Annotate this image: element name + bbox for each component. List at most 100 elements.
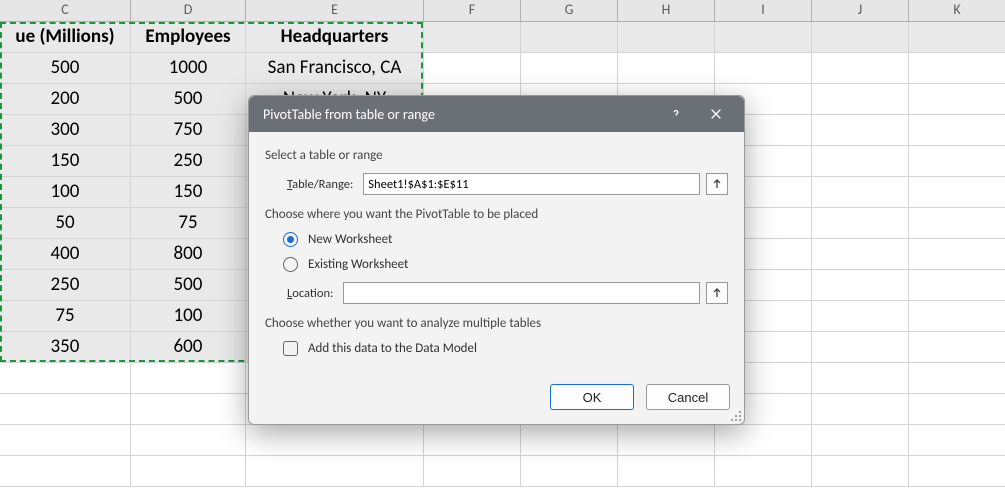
data-cell[interactable]: 75 [131,208,246,239]
column-header[interactable]: C [0,0,131,22]
data-cell[interactable] [812,208,909,239]
header-cell[interactable] [909,22,1005,53]
column-header[interactable]: D [131,0,246,22]
data-cell[interactable] [0,425,131,456]
data-cell[interactable] [909,394,1005,425]
cancel-button[interactable]: Cancel [646,384,730,410]
data-cell[interactable] [618,456,715,487]
data-cell[interactable] [812,115,909,146]
data-cell[interactable]: 1000 [131,53,246,84]
data-cell[interactable] [909,363,1005,394]
location-input[interactable] [343,282,700,304]
data-cell[interactable]: 500 [131,270,246,301]
data-cell[interactable] [812,270,909,301]
data-cell[interactable] [715,425,812,456]
data-cell[interactable] [618,425,715,456]
collapse-dialog-button[interactable] [706,173,728,195]
column-header[interactable]: K [909,0,1005,22]
data-cell[interactable] [812,332,909,363]
data-cell[interactable] [812,456,909,487]
data-cell[interactable]: 150 [131,177,246,208]
data-cell[interactable] [812,177,909,208]
data-cell[interactable]: 750 [131,115,246,146]
data-cell[interactable] [424,456,521,487]
close-button[interactable] [696,100,736,128]
data-cell[interactable]: San Francisco, CA [246,53,424,84]
data-cell[interactable]: 600 [131,332,246,363]
data-cell[interactable]: 500 [0,53,131,84]
data-cell[interactable] [909,208,1005,239]
data-cell[interactable] [909,84,1005,115]
data-cell[interactable]: 150 [0,146,131,177]
header-cell[interactable] [618,22,715,53]
column-header[interactable]: E [246,0,424,22]
data-cell[interactable] [521,456,618,487]
data-cell[interactable] [715,53,812,84]
data-cell[interactable] [909,425,1005,456]
data-cell[interactable] [812,425,909,456]
checkbox-data-model[interactable]: Add this data to the Data Model [283,341,728,356]
data-cell[interactable] [521,53,618,84]
data-cell[interactable] [909,53,1005,84]
data-cell[interactable] [246,456,424,487]
data-cell[interactable]: 800 [131,239,246,270]
data-cell[interactable] [909,456,1005,487]
header-cell[interactable] [812,22,909,53]
data-cell[interactable] [131,456,246,487]
data-cell[interactable] [618,53,715,84]
data-cell[interactable] [812,394,909,425]
header-cell[interactable]: Employees [131,22,246,53]
data-cell[interactable]: 100 [131,301,246,332]
data-cell[interactable] [131,425,246,456]
header-cell[interactable] [521,22,618,53]
data-cell[interactable]: 350 [0,332,131,363]
data-cell[interactable] [0,394,131,425]
data-cell[interactable]: 400 [0,239,131,270]
data-cell[interactable] [715,456,812,487]
data-cell[interactable]: 300 [0,115,131,146]
column-header[interactable]: H [618,0,715,22]
data-cell[interactable] [812,146,909,177]
collapse-dialog-button-2[interactable] [706,282,728,304]
column-header[interactable]: G [521,0,618,22]
column-header[interactable]: J [812,0,909,22]
dialog-titlebar[interactable]: PivotTable from table or range [249,96,744,132]
column-header[interactable]: I [715,0,812,22]
data-cell[interactable] [0,363,131,394]
data-cell[interactable]: 200 [0,84,131,115]
data-cell[interactable] [909,332,1005,363]
column-header[interactable]: F [424,0,521,22]
data-cell[interactable]: 75 [0,301,131,332]
data-cell[interactable] [909,301,1005,332]
data-cell[interactable]: 250 [131,146,246,177]
data-cell[interactable] [909,239,1005,270]
data-cell[interactable] [909,115,1005,146]
data-cell[interactable] [812,301,909,332]
data-cell[interactable] [521,425,618,456]
table-range-input[interactable] [363,173,700,195]
help-button[interactable] [656,100,696,128]
ok-button[interactable]: OK [550,384,634,410]
data-cell[interactable] [131,394,246,425]
data-cell[interactable] [909,270,1005,301]
data-cell[interactable] [812,84,909,115]
data-cell[interactable] [909,177,1005,208]
data-cell[interactable]: 250 [0,270,131,301]
data-cell[interactable] [131,363,246,394]
data-cell[interactable] [909,146,1005,177]
data-cell[interactable] [424,425,521,456]
header-cell[interactable] [715,22,812,53]
data-cell[interactable] [424,53,521,84]
radio-existing-worksheet[interactable]: Existing Worksheet [283,257,728,272]
resize-grip-icon[interactable] [730,410,742,422]
data-cell[interactable] [812,363,909,394]
header-cell[interactable]: Headquarters [246,22,424,53]
data-cell[interactable]: 50 [0,208,131,239]
data-cell[interactable]: 500 [131,84,246,115]
data-cell[interactable] [246,425,424,456]
data-cell[interactable] [0,456,131,487]
data-cell[interactable]: 100 [0,177,131,208]
header-cell[interactable]: ue (Millions) [0,22,131,53]
data-cell[interactable] [812,239,909,270]
header-cell[interactable] [424,22,521,53]
